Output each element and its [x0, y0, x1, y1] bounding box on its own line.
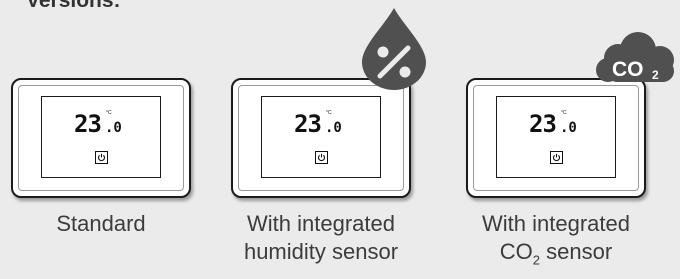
power-icon — [95, 151, 108, 164]
caption-co2: With integrated CO2 sensor — [456, 210, 656, 266]
caption-line: Standard — [56, 211, 146, 236]
co2-caption-suffix: sensor — [540, 239, 613, 264]
temperature-decimal: .0 — [105, 120, 122, 136]
power-icon — [550, 151, 563, 164]
thermostat-co2: 23 °C .0 — [466, 78, 646, 198]
thermostat-screen: 23 °C .0 — [261, 96, 381, 178]
co2-badge-subscript: 2 — [652, 68, 659, 82]
caption-line: With integrated — [482, 211, 630, 236]
co2-caption-subscript: 2 — [532, 252, 541, 268]
temperature-unit: °C — [561, 110, 567, 116]
caption-line: humidity sensor — [243, 239, 399, 264]
thermostat-screen: 23 °C .0 — [496, 96, 616, 178]
caption-humidity: With integrated humidity sensor — [221, 210, 421, 266]
temperature-unit: °C — [326, 110, 332, 116]
caption-line: With integrated — [247, 211, 395, 236]
co2-caption-prefix: CO — [499, 239, 533, 264]
co2-badge-text: CO — [612, 58, 644, 81]
versions-heading: Versions: — [26, 0, 121, 12]
thermostat-screen: 23 °C .0 — [41, 96, 161, 178]
thermostat-humidity: 23 °C .0 — [231, 78, 411, 198]
thermostat-standard: 23 °C .0 — [11, 78, 191, 198]
temperature-decimal: .0 — [560, 120, 577, 136]
caption-standard: Standard — [1, 210, 201, 238]
temperature-value: 23 — [74, 110, 102, 138]
co2-cloud-icon: CO 2 — [596, 32, 674, 82]
caption-line: CO2 sensor — [456, 238, 656, 266]
temperature-value: 23 — [294, 110, 322, 138]
temperature-value: 23 — [529, 110, 557, 138]
temperature-decimal: .0 — [325, 120, 342, 136]
humidity-percent-drop-icon — [362, 8, 426, 90]
power-icon — [315, 151, 328, 164]
temperature-unit: °C — [106, 110, 112, 116]
